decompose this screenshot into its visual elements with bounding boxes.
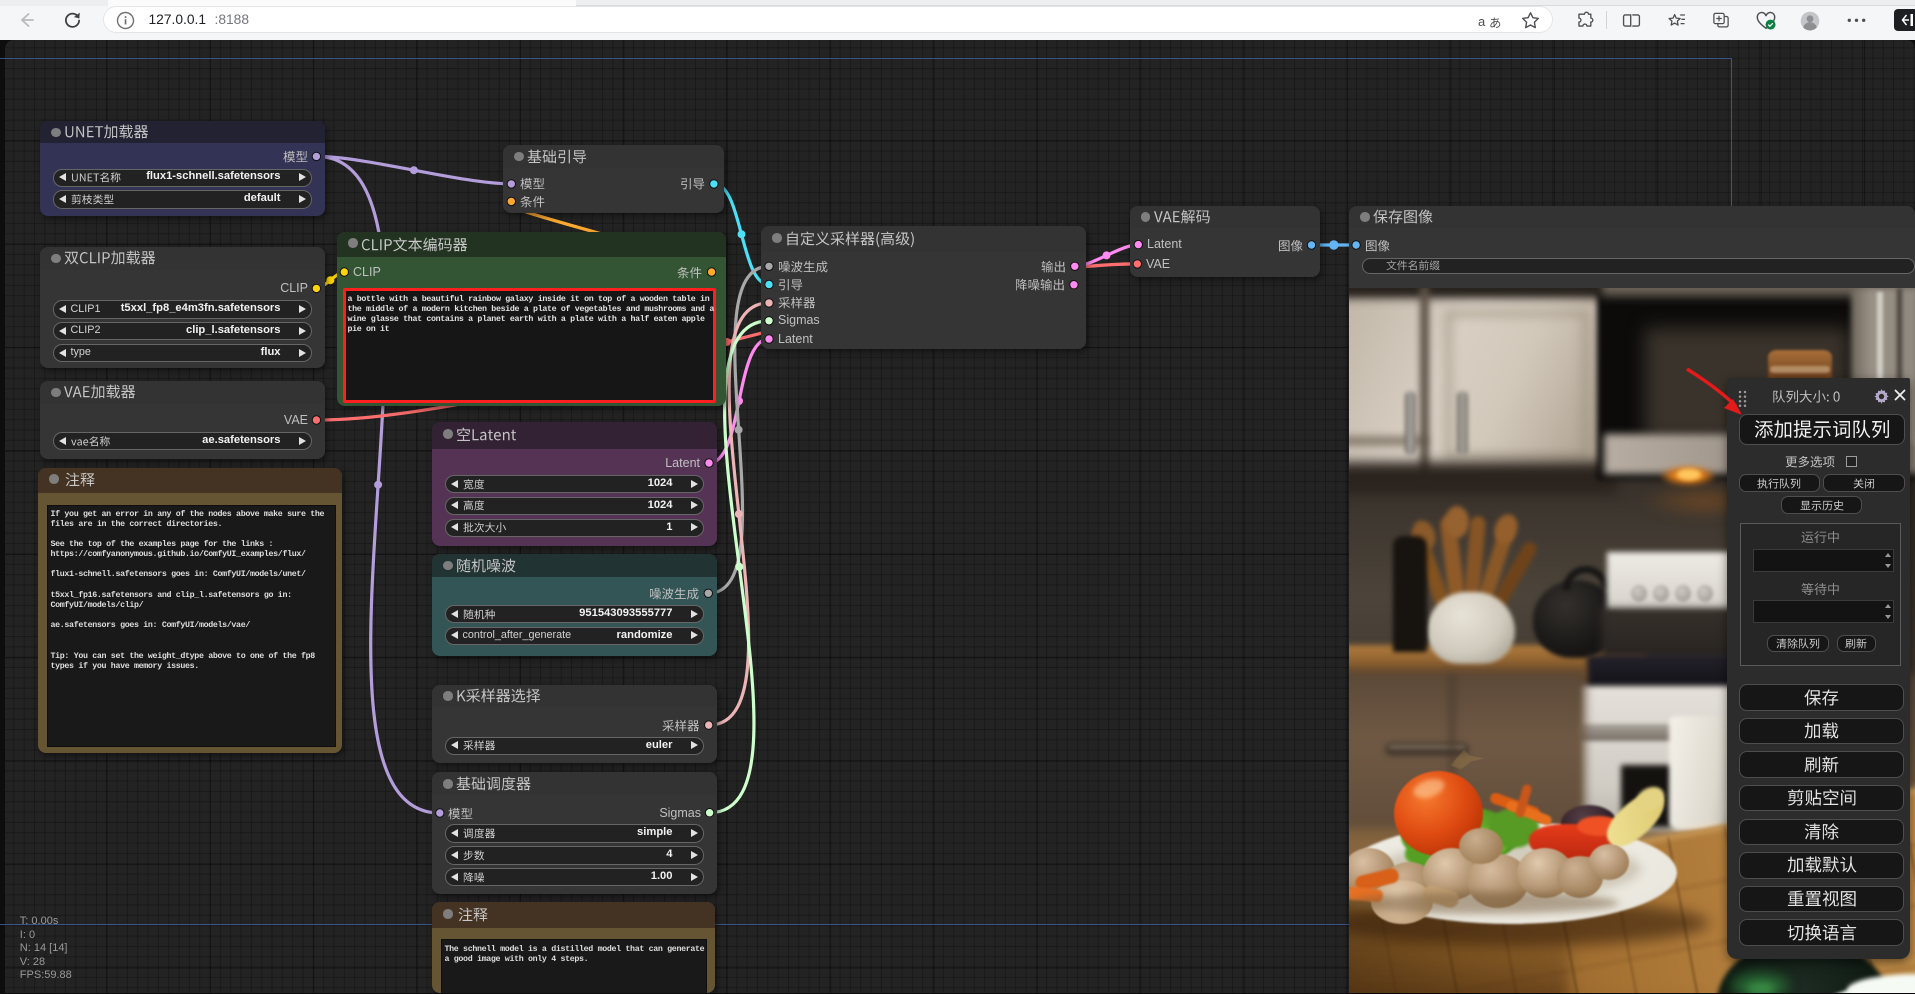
svg-text:a: a: [1478, 14, 1486, 29]
